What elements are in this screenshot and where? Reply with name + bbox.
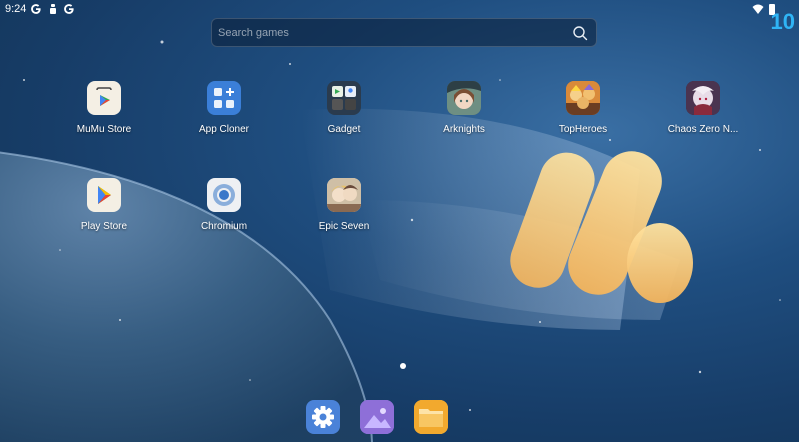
search-input[interactable]: [218, 23, 558, 43]
app-label: TopHeroes: [558, 124, 608, 135]
app-label: Arknights: [443, 124, 485, 135]
corner-number: 10: [770, 9, 795, 34]
app-topheroes[interactable]: TopHeroes: [528, 81, 638, 151]
epic-seven-icon: [327, 178, 361, 212]
arknights-icon: [447, 81, 481, 115]
app-arknights[interactable]: Arknights: [409, 81, 519, 151]
app-app-cloner[interactable]: App Cloner: [169, 81, 279, 151]
mumu-store-icon: [87, 81, 121, 115]
app-cloner-icon: [207, 81, 241, 115]
dock-files[interactable]: [414, 400, 448, 434]
topheroes-icon: [566, 81, 600, 115]
dock-gallery[interactable]: [360, 400, 394, 434]
app-label: Play Store: [80, 221, 128, 232]
app-label: Chromium: [200, 221, 248, 232]
app-label: Epic Seven: [318, 221, 370, 232]
chaos-zero-icon: [686, 81, 720, 115]
wifi-icon: [752, 4, 764, 14]
settings-icon: [312, 406, 334, 428]
chromium-icon: [207, 178, 241, 212]
google-g-icon: [31, 4, 41, 14]
app-chaos-zero[interactable]: Chaos Zero N...: [648, 81, 758, 151]
app-mumu-store[interactable]: MuMu Store: [49, 81, 159, 151]
status-time: 9:24: [5, 3, 27, 15]
app-label: MuMu Store: [76, 124, 132, 135]
app-label: Chaos Zero N...: [667, 124, 739, 135]
play-store-icon: [87, 178, 121, 212]
app-label: Gadget: [327, 124, 361, 135]
google-g-icon: [64, 4, 74, 14]
app-epic-seven[interactable]: Epic Seven: [289, 178, 399, 248]
page-indicator-dot: [400, 363, 406, 369]
status-bar: 9:24 10: [0, 0, 799, 34]
app-gadget[interactable]: Gadget: [289, 81, 399, 151]
search-bar[interactable]: [211, 18, 597, 47]
gadget-icon: [327, 81, 361, 115]
dock-settings[interactable]: [306, 400, 340, 434]
app-play-store[interactable]: Play Store: [49, 178, 159, 248]
gallery-icon: [360, 400, 394, 434]
app-label: App Cloner: [198, 124, 250, 135]
notification-icon: [50, 4, 56, 14]
app-chromium[interactable]: Chromium: [169, 178, 279, 248]
search-icon[interactable]: [572, 25, 588, 41]
files-icon: [414, 400, 448, 434]
